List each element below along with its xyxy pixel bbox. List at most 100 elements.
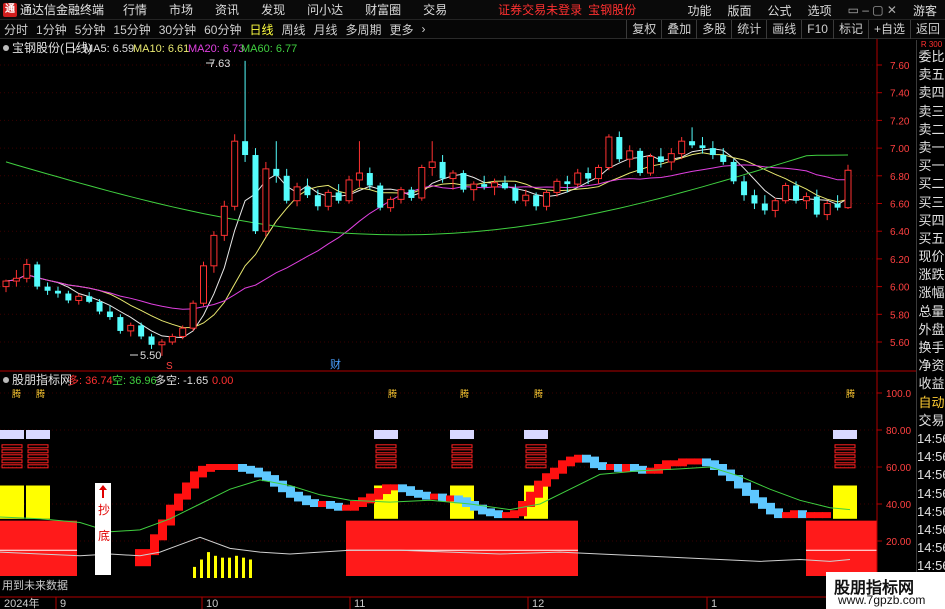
menu-options[interactable]: 选项 xyxy=(808,2,832,19)
candle-body xyxy=(210,234,218,267)
login-notice[interactable]: 证券交易未登录 xyxy=(498,1,582,18)
step-segment xyxy=(222,464,231,470)
toolbar-draw-line-button[interactable]: 画线 xyxy=(766,20,801,39)
menu-news[interactable]: 资讯 xyxy=(215,1,239,18)
right-panel-item[interactable]: 收益 xyxy=(917,375,945,393)
right-panel-item[interactable]: 换手 xyxy=(917,339,945,357)
toolbar-stats-button[interactable]: 统计 xyxy=(731,20,766,39)
candle-body xyxy=(793,185,800,201)
right-panel-item[interactable]: 卖一 xyxy=(917,139,945,157)
menu-wealth-circle[interactable]: 财富圈 xyxy=(365,1,401,18)
menu-discover[interactable]: 发现 xyxy=(261,1,285,18)
chevron-right-icon[interactable]: › xyxy=(422,22,426,36)
step-segment xyxy=(150,534,159,556)
candle-body xyxy=(720,155,727,162)
period-tab-more[interactable]: 更多 xyxy=(390,21,414,38)
menu-layout[interactable]: 版面 xyxy=(728,2,752,19)
stock-link[interactable]: 宝钢股份 xyxy=(588,1,636,18)
chevron-down-icon[interactable]: ˅ xyxy=(72,44,78,55)
app-title: 通达信金融终端 xyxy=(20,3,105,17)
candle-body xyxy=(616,137,623,160)
candle-body xyxy=(574,172,582,185)
right-panel-item[interactable]: 卖四 xyxy=(917,84,945,102)
period-tab-multi[interactable]: 多周期 xyxy=(346,21,382,38)
period-tab-fenshi[interactable]: 分时 xyxy=(4,21,28,38)
right-panel-item[interactable]: 14:56 xyxy=(917,485,945,503)
period-tab-5min[interactable]: 5分钟 xyxy=(75,21,106,38)
right-panel-item[interactable]: 净资 xyxy=(917,357,945,375)
watermark-url: www.7gpzb.com xyxy=(838,593,926,607)
right-panel-item[interactable]: 14:56 xyxy=(917,521,945,539)
s-annotation: S xyxy=(166,361,173,372)
watermark: 股朋指标网 www.7gpzb.com xyxy=(826,572,945,609)
menu-ask-xiaoda[interactable]: 问小达 xyxy=(307,1,343,18)
right-panel-item[interactable]: 14:56 xyxy=(917,448,945,466)
signal-yellow xyxy=(26,485,50,519)
right-panel-item[interactable]: 卖二 xyxy=(917,121,945,139)
step-segment xyxy=(670,460,679,467)
right-panel-item[interactable]: 买三 xyxy=(917,194,945,212)
toolbar-multi-stock-button[interactable]: 多股 xyxy=(696,20,731,39)
period-tab-30min[interactable]: 30分钟 xyxy=(159,21,196,38)
right-panel-item[interactable]: 自动 xyxy=(917,394,945,412)
period-tab-daily[interactable]: 日线 xyxy=(249,21,273,38)
right-panel-item[interactable]: 现价 xyxy=(917,248,945,266)
toolbar-mark-button[interactable]: 标记 xyxy=(832,20,868,39)
date-month-9: 9 xyxy=(60,598,66,609)
period-tab-15min[interactable]: 15分钟 xyxy=(113,21,150,38)
right-panel-item[interactable]: 买四 xyxy=(917,212,945,230)
menu-function[interactable]: 功能 xyxy=(688,2,712,19)
price-tick-label: 7.40 xyxy=(890,89,910,100)
right-panel-item[interactable]: 卖三 xyxy=(917,103,945,121)
menu-trade[interactable]: 交易 xyxy=(423,1,447,18)
step-segment xyxy=(622,464,631,472)
right-panel-item[interactable]: 委比 xyxy=(917,48,945,66)
right-panel-item[interactable]: 14:56 xyxy=(917,539,945,557)
period-tab-1min[interactable]: 1分钟 xyxy=(36,21,67,38)
menu-quotes[interactable]: 行情 xyxy=(123,1,147,18)
window-controls[interactable]: ▭ – ▢ ✕ xyxy=(848,3,897,17)
menu-formula[interactable]: 公式 xyxy=(768,2,792,19)
right-panel-item[interactable]: 总量 xyxy=(917,303,945,321)
right-panel-item[interactable]: 14:56 xyxy=(917,430,945,448)
right-panel-item[interactable]: 涨跌 xyxy=(917,266,945,284)
toolbar-f10-button[interactable]: F10 xyxy=(801,20,833,39)
right-panel-item[interactable]: 买五 xyxy=(917,230,945,248)
signal-yellow xyxy=(833,485,857,519)
indicator-tick-label: 100.0 xyxy=(886,389,911,400)
period-tab-weekly[interactable]: 周线 xyxy=(281,21,305,38)
period-toolbar: 分时 1分钟 5分钟 15分钟 30分钟 60分钟 日线 周线 月线 多周期 更… xyxy=(0,20,945,39)
candle-body xyxy=(262,168,270,232)
step-segment xyxy=(566,456,575,467)
step-segment xyxy=(414,489,423,498)
right-panel-item[interactable]: 买二 xyxy=(917,175,945,193)
right-panel-item[interactable]: 涨幅 xyxy=(917,284,945,302)
signal-top xyxy=(524,430,548,439)
right-panel-item[interactable]: 交易 xyxy=(917,412,945,430)
toolbar-right: 复权 叠加 多股 统计 画线 F10 标记 +自选 返回 xyxy=(626,20,945,39)
indicator-tick-label: 40.00 xyxy=(886,500,911,511)
candle-body xyxy=(65,293,72,301)
right-panel-item[interactable]: 卖五 xyxy=(917,66,945,84)
chart-area[interactable]: 7.60 7.40 7.20 7.00 6.80 6.60 6.40 6.20 6.00 5.80… xyxy=(0,39,916,609)
period-tab-monthly[interactable]: 月线 xyxy=(314,21,338,38)
settings-dot-icon[interactable] xyxy=(3,377,9,383)
settings-dot-icon[interactable] xyxy=(3,45,9,51)
period-tab-60min[interactable]: 60分钟 xyxy=(204,21,241,38)
right-panel-item[interactable]: 14:56 xyxy=(917,503,945,521)
yellow-bar xyxy=(221,557,224,578)
step-segment xyxy=(742,482,751,496)
toolbar-back-button[interactable]: 返回 xyxy=(909,20,945,39)
right-panel-item[interactable]: 外盘 xyxy=(917,321,945,339)
right-panel-item[interactable]: 买一 xyxy=(917,157,945,175)
toolbar-overlay-button[interactable]: 叠加 xyxy=(661,20,696,39)
toolbar-fuquan-button[interactable]: 复权 xyxy=(626,20,661,39)
teng-tag: 腾 xyxy=(36,388,45,399)
guest-label[interactable]: 游客 xyxy=(913,2,937,19)
step-segment xyxy=(254,467,263,478)
menu-market[interactable]: 市场 xyxy=(169,1,193,18)
step-segment xyxy=(310,499,319,507)
toolbar-add-watchlist-button[interactable]: +自选 xyxy=(867,20,910,39)
right-panel-item[interactable]: 14:56 xyxy=(917,466,945,484)
candle-body xyxy=(293,186,301,202)
